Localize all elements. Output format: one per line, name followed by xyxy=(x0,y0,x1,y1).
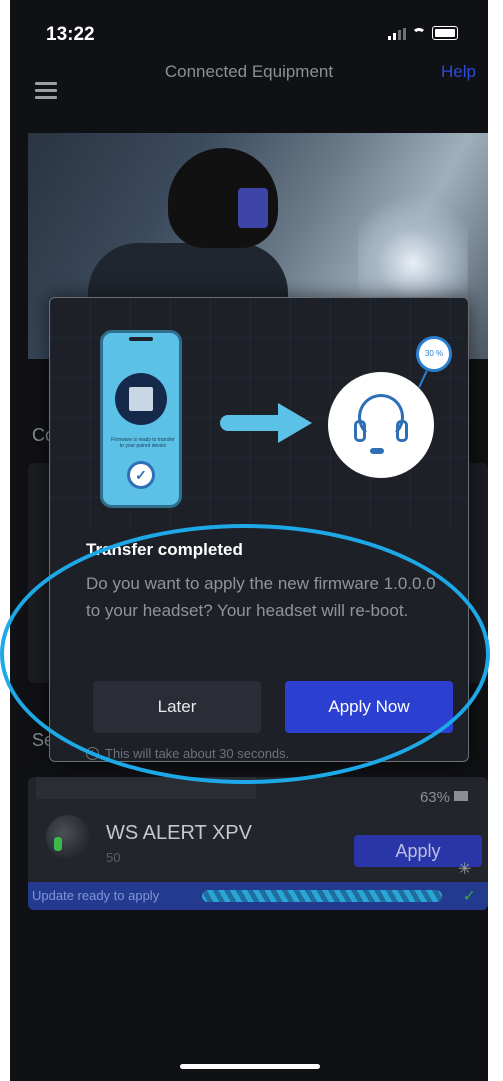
device-avatar xyxy=(46,815,90,859)
firmware-dialog: Firmware is ready to transfer to your pa… xyxy=(49,297,469,762)
later-button[interactable]: Later xyxy=(93,681,261,733)
help-link[interactable]: Help xyxy=(441,62,476,82)
check-icon: ✓ xyxy=(127,461,155,489)
progress-badge: 30 % xyxy=(416,336,452,372)
duration-hint: This will take about 30 seconds. xyxy=(86,746,289,761)
headset-icon xyxy=(328,372,434,478)
dialog-title: Transfer completed xyxy=(86,540,243,559)
phone-screen: 13:22 Connected Equipment Help Co Se 63%… xyxy=(10,0,488,1081)
apply-now-button[interactable]: Apply Now xyxy=(285,681,453,733)
clock-icon xyxy=(86,747,99,760)
device-card-tab xyxy=(36,777,256,799)
status-icons xyxy=(388,26,458,40)
phone-illustration: Firmware is ready to transfer to your pa… xyxy=(100,330,182,508)
device-name: WS ALERT XPV xyxy=(106,822,252,844)
signal-icon xyxy=(388,28,406,40)
device-number: 50 xyxy=(106,850,121,865)
device-card[interactable]: 63% WS ALERT XPV 50 Apply ✳ Update ready… xyxy=(28,777,488,910)
menu-icon[interactable] xyxy=(35,82,57,99)
page-title: Connected Equipment xyxy=(164,62,334,81)
arrow-right-icon xyxy=(220,403,316,443)
update-ready-bar: Update ready to apply ✓ xyxy=(28,882,488,910)
check-icon: ✓ xyxy=(462,888,476,905)
home-indicator xyxy=(180,1064,320,1069)
status-time: 13:22 xyxy=(46,24,95,45)
phone-illustration-caption: Firmware is ready to transfer to your pa… xyxy=(111,437,175,449)
update-progress-bar xyxy=(202,890,442,902)
chip-icon xyxy=(129,387,153,411)
spinner-icon: ✳ xyxy=(458,861,472,878)
duration-hint-text: This will take about 30 seconds. xyxy=(105,746,290,761)
battery-level-icon xyxy=(454,791,468,801)
battery-percent: 63% xyxy=(419,789,450,806)
wifi-icon xyxy=(412,28,426,40)
battery-icon xyxy=(432,26,458,40)
dialog-message: Do you want to apply the new firmware 1.… xyxy=(86,574,436,620)
status-bar: 13:22 xyxy=(10,0,488,60)
update-ready-text: Update ready to apply xyxy=(32,888,160,903)
